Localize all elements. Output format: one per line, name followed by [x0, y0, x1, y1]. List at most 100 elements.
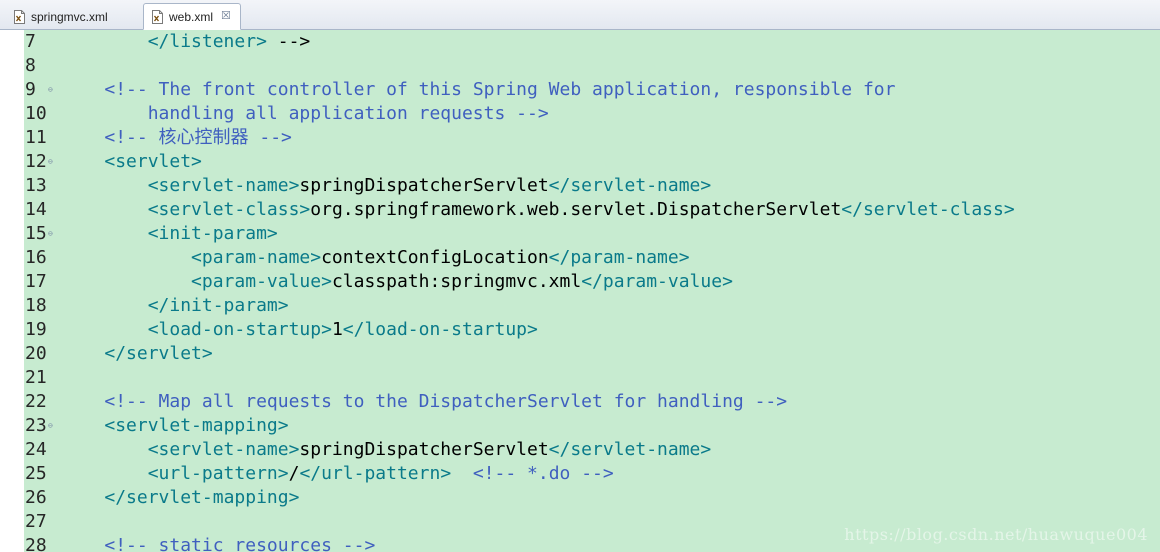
xml-tag: <init-param> — [147, 223, 278, 244]
xml-file-icon — [152, 9, 163, 24]
line-number: 28 — [25, 535, 47, 552]
code-line: 18 </init-param> — [0, 294, 1160, 318]
xml-text — [61, 223, 148, 244]
xml-file-icon — [14, 9, 25, 24]
xml-text: 1 — [331, 319, 343, 340]
line-number: 23 — [25, 415, 47, 436]
code-line: 15 ⊖ <init-param> — [0, 222, 1160, 246]
xml-text: springDispatcherServlet — [299, 175, 549, 196]
fold-toggle-icon[interactable]: ⊖ — [48, 229, 53, 239]
xml-text: --> — [266, 31, 311, 52]
tab-springmvc-xml[interactable]: springmvc.xml — [4, 3, 138, 30]
line-code: </listener> --> — [61, 30, 311, 54]
xml-tag: <param-value> — [191, 271, 332, 292]
xml-tag: <url-pattern> — [147, 463, 289, 484]
xml-text — [61, 247, 191, 268]
code-line: 19 <load-on-startup>1</load-on-startup> — [0, 318, 1160, 342]
xml-tag: </servlet-name> — [548, 439, 712, 460]
xml-text: contextConfigLocation — [321, 247, 549, 268]
line-number: 25 — [25, 463, 47, 484]
line-number: 16 — [25, 247, 47, 268]
xml-text — [61, 535, 104, 552]
line-code: <servlet> — [61, 150, 202, 174]
fold-toggle-icon[interactable]: ⊖ — [48, 157, 53, 167]
fold-toggle-icon[interactable]: ⊖ — [48, 85, 53, 95]
xml-tag: </servlet-name> — [548, 175, 712, 196]
code-line: 23 ⊖ <servlet-mapping> — [0, 414, 1160, 438]
xml-tag: </load-on-startup> — [342, 319, 538, 340]
line-code: <load-on-startup>1</load-on-startup> — [61, 318, 538, 342]
code-editor[interactable]: 7 </listener> --> 8 9 ⊖ <!-- The front cont… — [0, 30, 1160, 552]
xml-text: classpath:springmvc.xml — [331, 271, 582, 292]
line-number: 22 — [25, 391, 47, 412]
code-line: 12 ⊖ <servlet> — [0, 150, 1160, 174]
line-code: <param-name>contextConfigLocation</param… — [61, 246, 690, 270]
line-number: 24 — [25, 439, 47, 460]
xml-tag: <servlet-class> — [147, 199, 311, 220]
xml-tag: <servlet> — [104, 151, 202, 172]
line-number: 10 — [25, 103, 47, 124]
line-code: <url-pattern>/</url-pattern> <!-- *.do -… — [61, 462, 614, 486]
xml-comment: <!-- static resources --> — [104, 535, 376, 552]
line-code: <servlet-mapping> — [61, 414, 289, 438]
xml-text — [61, 343, 104, 364]
tab-label: web.xml — [169, 9, 214, 24]
code-line: 16 <param-name>contextConfigLocation</pa… — [0, 246, 1160, 270]
watermark: https://blog.csdn.net/huawuque004 — [844, 525, 1148, 544]
xml-text — [61, 319, 148, 340]
xml-text — [61, 439, 148, 460]
xml-tag: </init-param> — [147, 295, 289, 316]
xml-tag: </url-pattern> — [299, 463, 452, 484]
xml-tag: <servlet-name> — [147, 439, 300, 460]
xml-text — [61, 415, 104, 436]
xml-tag: </param-value> — [581, 271, 733, 292]
fold-toggle-icon[interactable]: ⊖ — [48, 421, 53, 431]
code-lines: 7 </listener> --> 8 9 ⊖ <!-- The front cont… — [0, 30, 1160, 552]
line-code: <!-- Map all requests to the DispatcherS… — [61, 390, 787, 414]
line-number: 20 — [25, 343, 47, 364]
xml-text — [451, 463, 473, 484]
xml-comment: <!-- Map all requests to the DispatcherS… — [104, 391, 788, 412]
xml-tag: </servlet-class> — [841, 199, 1015, 220]
line-code: <servlet-name>springDispatcherServlet</s… — [61, 174, 712, 198]
code-line: 26 </servlet-mapping> — [0, 486, 1160, 510]
line-number: 13 — [25, 175, 47, 196]
tab-label: springmvc.xml — [31, 9, 108, 24]
code-line: 7 </listener> --> — [0, 30, 1160, 54]
xml-tag: </param-name> — [548, 247, 690, 268]
line-number: 8 — [25, 55, 36, 76]
line-code: </init-param> — [61, 294, 289, 318]
xml-text — [61, 79, 104, 100]
xml-tag: <load-on-startup> — [147, 319, 332, 340]
tab-web-xml[interactable]: web.xml ☒ — [143, 3, 241, 30]
code-line: 11 <!-- 核心控制器 --> — [0, 126, 1160, 150]
xml-tag: <servlet-mapping> — [104, 415, 289, 436]
xml-text — [61, 295, 148, 316]
line-code: <servlet-class>org.springframework.web.s… — [61, 198, 1015, 222]
xml-text — [61, 487, 104, 508]
line-code: <param-value>classpath:springmvc.xml</pa… — [61, 270, 733, 294]
line-code: </servlet-mapping> — [61, 486, 299, 510]
code-line: 14 <servlet-class>org.springframework.we… — [0, 198, 1160, 222]
line-code: <!-- The front controller of this Spring… — [61, 78, 895, 102]
line-number: 26 — [25, 487, 47, 508]
line-number: 12 — [25, 151, 47, 172]
code-line: 20 </servlet> — [0, 342, 1160, 366]
editor-tab-bar: springmvc.xml web.xml ☒ — [0, 0, 1160, 30]
xml-tag: </servlet> — [104, 343, 213, 364]
xml-text — [61, 199, 148, 220]
line-number: 21 — [25, 367, 47, 388]
code-line: 13 <servlet-name>springDispatcherServlet… — [0, 174, 1160, 198]
xml-comment: <!-- 核心控制器 --> — [104, 127, 292, 148]
xml-text: springDispatcherServlet — [299, 439, 549, 460]
xml-text — [61, 127, 104, 148]
code-line: 10 handling all application requests --> — [0, 102, 1160, 126]
code-line: 24 <servlet-name>springDispatcherServlet… — [0, 438, 1160, 462]
code-line: 8 — [0, 54, 1160, 78]
close-icon[interactable]: ☒ — [221, 11, 231, 22]
xml-text — [61, 271, 191, 292]
code-line: 22 <!-- Map all requests to the Dispatch… — [0, 390, 1160, 414]
code-line: 9 ⊖ <!-- The front controller of this Spr… — [0, 78, 1160, 102]
xml-tag: <servlet-name> — [147, 175, 300, 196]
line-code: <init-param> — [61, 222, 278, 246]
